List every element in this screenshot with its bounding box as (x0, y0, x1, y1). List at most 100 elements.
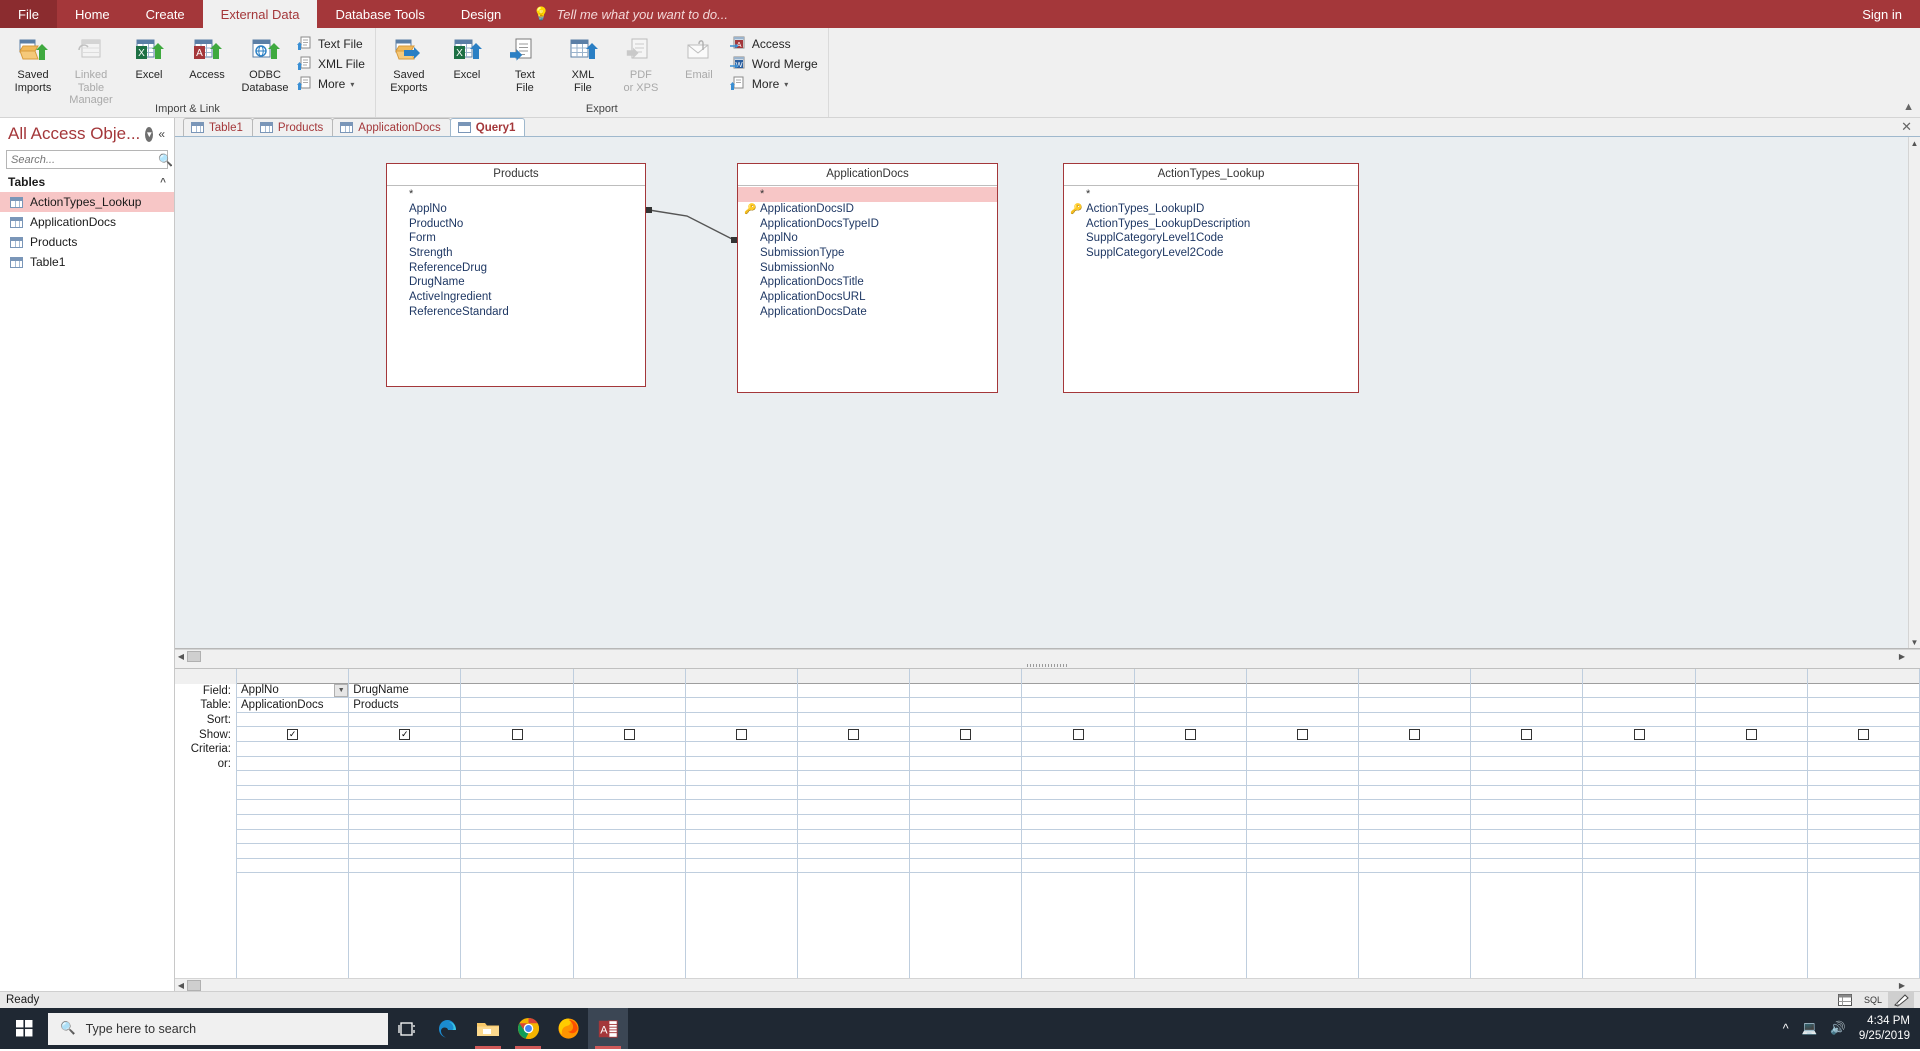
diagram-field-row[interactable]: ActionTypes_LookupDescription (1064, 216, 1358, 231)
sidebar-item-applicationdocs[interactable]: ApplicationDocs (0, 212, 174, 232)
query-empty-cell[interactable] (1583, 815, 1695, 830)
more-import-button[interactable]: More ▾ (294, 74, 371, 94)
query-criteria-cell[interactable] (1134, 742, 1246, 757)
query-show-cell[interactable] (1471, 727, 1583, 742)
excel-export-button[interactable]: X Excel (438, 31, 496, 86)
chevron-up-icon[interactable]: ^ (160, 177, 166, 188)
diagram-field-row[interactable]: ReferenceStandard (387, 305, 645, 320)
diagram-field-row[interactable]: * (738, 187, 997, 202)
query-empty-cell[interactable] (1807, 830, 1920, 845)
query-empty-cell[interactable] (461, 830, 573, 845)
diagram-field-row[interactable]: ApplicationDocsURL (738, 290, 997, 305)
query-empty-cell[interactable] (1583, 859, 1695, 874)
query-empty-cell[interactable] (798, 830, 910, 845)
diagram-field-row[interactable]: ApplicationDocsDate (738, 305, 997, 320)
query-empty-cell[interactable] (461, 859, 573, 874)
query-grid-column-selector[interactable] (349, 669, 461, 684)
query-show-cell[interactable] (1134, 727, 1246, 742)
query-criteria-cell[interactable] (1695, 742, 1807, 757)
query-field-cell[interactable] (573, 684, 685, 699)
query-table-cell[interactable]: Products (349, 698, 461, 713)
query-empty-cell[interactable] (910, 786, 1022, 801)
diagram-field-row[interactable]: ApplicationDocsTitle (738, 275, 997, 290)
query-field-cell[interactable] (1695, 684, 1807, 699)
query-empty-cell[interactable] (1022, 815, 1134, 830)
query-table-cell[interactable] (1134, 698, 1246, 713)
query-field-cell[interactable] (910, 684, 1022, 699)
query-empty-cell[interactable] (349, 859, 461, 874)
query-empty-cell[interactable] (1246, 844, 1359, 859)
document-tab-query1[interactable]: Query1 (449, 118, 526, 136)
text-file-button[interactable]: Text File (294, 34, 371, 54)
sign-in-button[interactable]: Sign in (1844, 0, 1920, 28)
query-empty-cell[interactable] (237, 859, 349, 874)
query-empty-cell[interactable] (461, 815, 573, 830)
query-or-cell[interactable] (685, 757, 798, 772)
ribbon-tab-home[interactable]: Home (57, 0, 128, 28)
query-empty-cell[interactable] (798, 786, 910, 801)
query-field-cell[interactable] (1022, 684, 1134, 699)
file-explorer-icon[interactable] (468, 1008, 508, 1049)
query-empty-cell[interactable] (1807, 844, 1920, 859)
double-chevron-left-icon[interactable]: « (158, 127, 168, 141)
query-field-cell[interactable] (1807, 684, 1920, 699)
network-icon[interactable]: 💻 (1802, 1021, 1818, 1036)
diagram-field-row[interactable]: 🔑 ActionTypes_LookupID (1064, 202, 1358, 217)
show-checkbox[interactable] (1184, 728, 1196, 740)
ribbon-tab-design[interactable]: Design (443, 0, 519, 28)
query-table-cell[interactable] (1583, 698, 1695, 713)
grid-horizontal-scrollbar[interactable]: ◀ ▶ (175, 978, 1920, 991)
diagram-field-row[interactable]: Form (387, 231, 645, 246)
query-empty-cell[interactable] (1022, 786, 1134, 801)
query-sort-cell[interactable] (798, 713, 910, 728)
query-or-cell[interactable] (1246, 757, 1359, 772)
query-empty-cell[interactable] (573, 800, 685, 815)
text-file-export-button[interactable]: Text File (496, 31, 554, 98)
query-criteria-cell[interactable] (237, 742, 349, 757)
query-grid-column[interactable] (1022, 669, 1135, 978)
diagram-field-row[interactable]: DrugName (387, 275, 645, 290)
show-checkbox[interactable] (1409, 728, 1421, 740)
query-empty-cell[interactable] (1134, 786, 1246, 801)
query-diagram-pane[interactable]: Products * ApplNo ProductNo Form Strength Refe… (175, 137, 1920, 649)
query-grid-column[interactable] (1583, 669, 1696, 978)
query-field-cell[interactable] (685, 684, 798, 699)
query-or-cell[interactable] (1022, 757, 1134, 772)
query-empty-cell[interactable] (910, 771, 1022, 786)
query-empty-cell[interactable] (798, 771, 910, 786)
query-empty-cell[interactable] (798, 800, 910, 815)
query-or-cell[interactable] (1134, 757, 1246, 772)
query-field-cell[interactable] (461, 684, 573, 699)
query-grid-column-selector[interactable] (1134, 669, 1246, 684)
query-empty-cell[interactable] (1359, 830, 1471, 845)
query-empty-cell[interactable] (237, 771, 349, 786)
query-empty-cell[interactable] (910, 800, 1022, 815)
query-empty-cell[interactable] (1695, 786, 1807, 801)
query-empty-cell[interactable] (1246, 800, 1359, 815)
query-criteria-cell[interactable] (1246, 742, 1359, 757)
query-empty-cell[interactable] (1471, 800, 1583, 815)
word-merge-button[interactable]: W Word Merge (728, 54, 824, 74)
query-criteria-cell[interactable] (1583, 742, 1695, 757)
show-checkbox[interactable] (1296, 728, 1308, 740)
volume-icon[interactable]: 🔊 (1830, 1021, 1846, 1036)
query-grid-column[interactable] (1134, 669, 1247, 978)
query-criteria-cell[interactable] (798, 742, 910, 757)
query-empty-cell[interactable] (1359, 800, 1471, 815)
query-field-cell[interactable]: ApplNo ▼ (237, 683, 349, 699)
chevron-down-icon[interactable]: ▾ (784, 80, 788, 89)
query-grid-column[interactable] (910, 669, 1023, 978)
query-or-cell[interactable] (1695, 757, 1807, 772)
query-show-cell[interactable] (1583, 727, 1695, 742)
access-import-button[interactable]: A Access (178, 31, 236, 86)
query-show-cell[interactable] (1022, 727, 1134, 742)
edge-icon[interactable] (428, 1008, 468, 1049)
ribbon-tab-external-data[interactable]: External Data (202, 0, 318, 28)
query-sort-cell[interactable] (1022, 713, 1134, 728)
query-empty-cell[interactable] (1359, 815, 1471, 830)
query-sort-cell[interactable] (1246, 713, 1359, 728)
query-empty-cell[interactable] (1807, 815, 1920, 830)
query-criteria-cell[interactable] (1022, 742, 1134, 757)
query-empty-cell[interactable] (461, 844, 573, 859)
query-table-cell[interactable] (1807, 698, 1920, 713)
